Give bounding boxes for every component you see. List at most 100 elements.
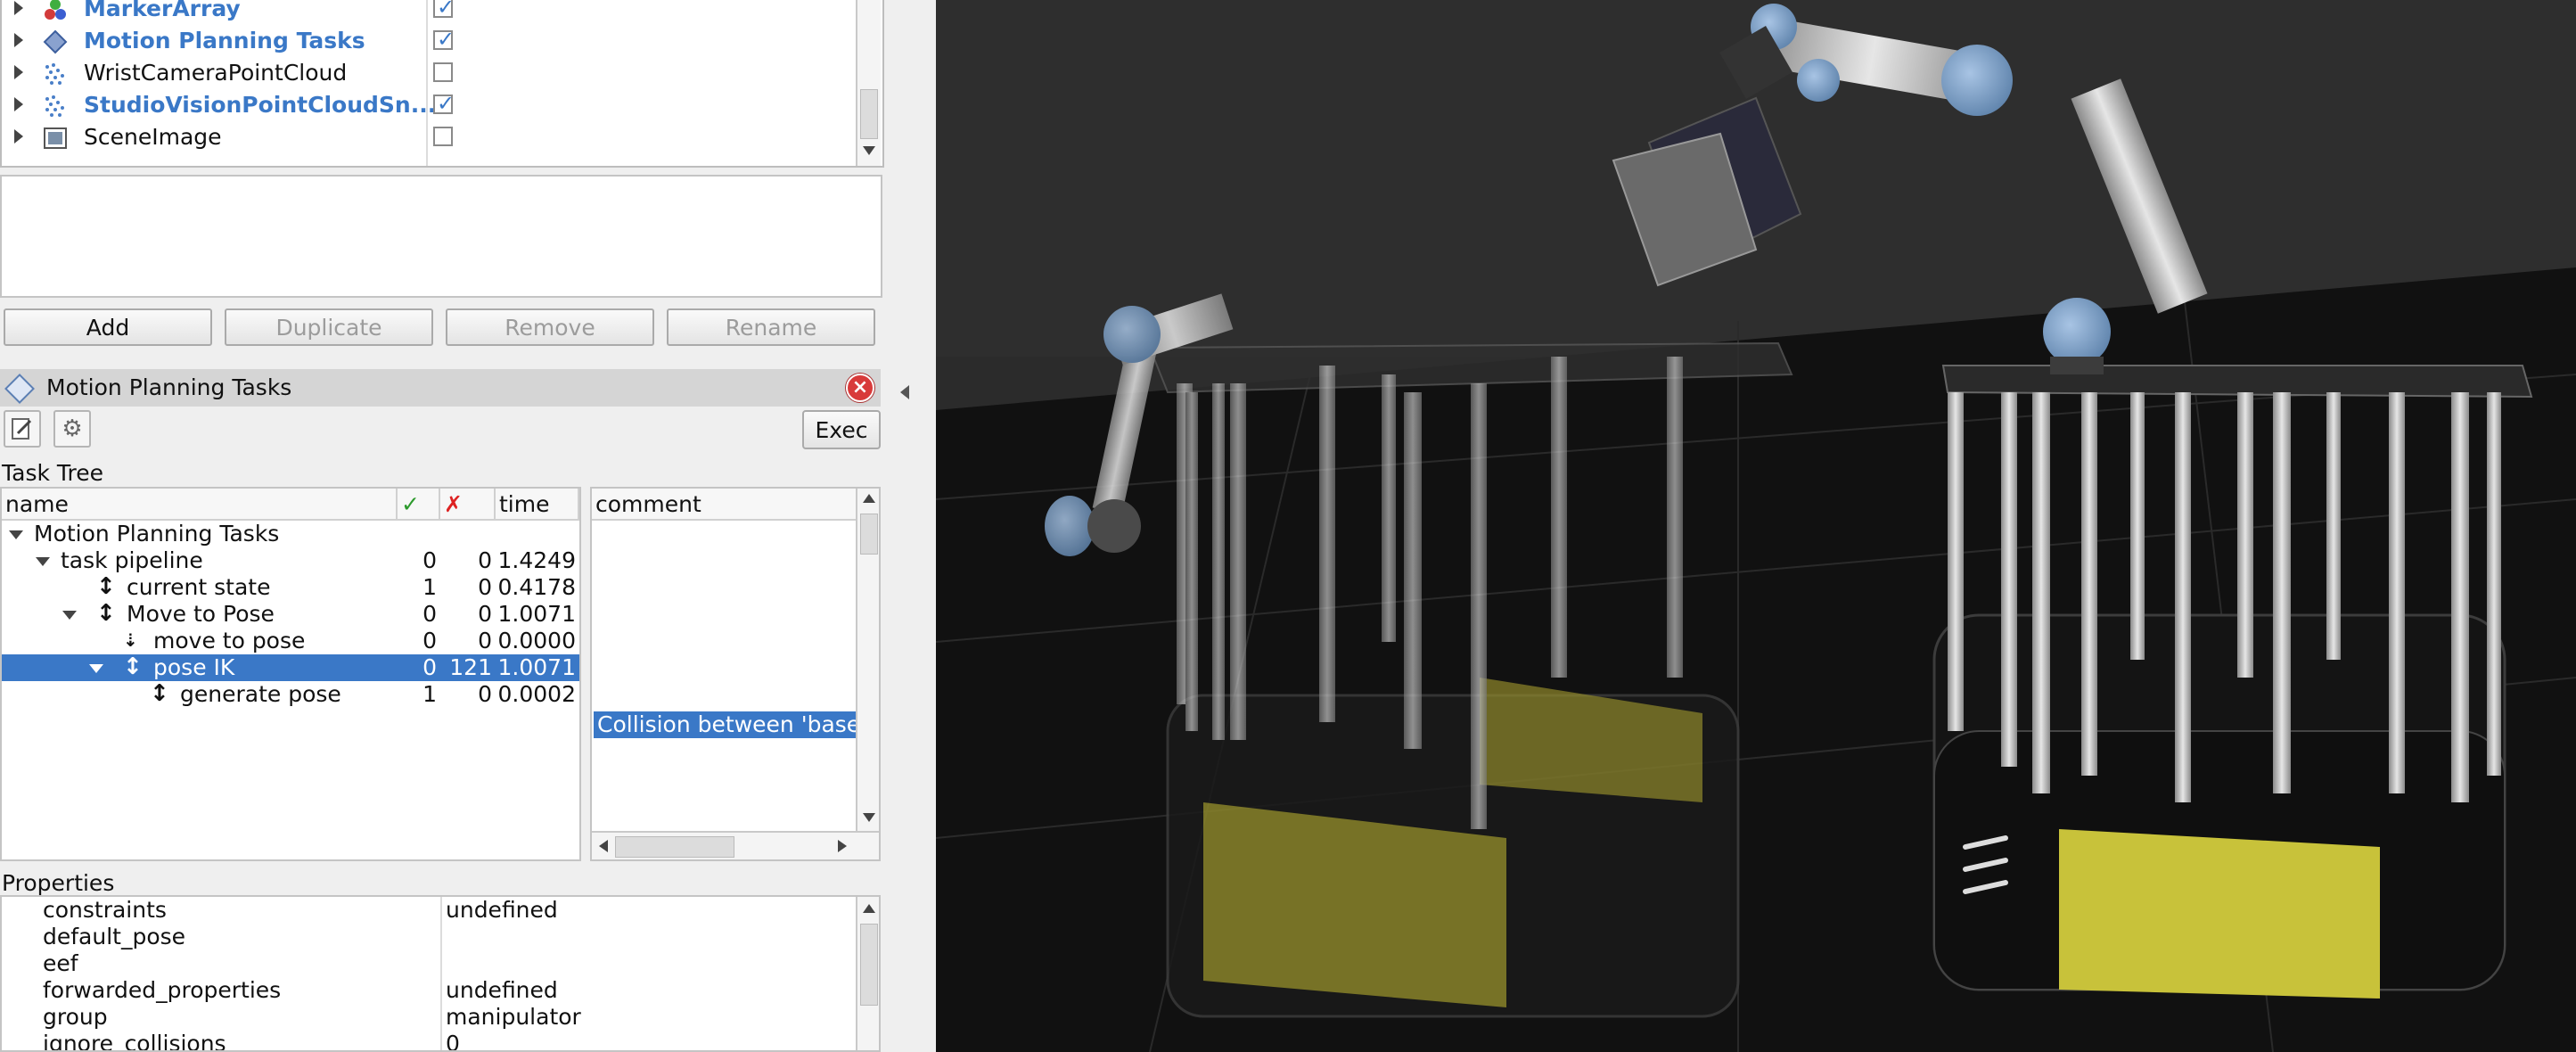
display-item-studio-vision-point-cloud[interactable]: StudioVisionPointCloudSn... ✓ [2,90,853,122]
3d-viewport[interactable] [936,0,2576,1052]
display-item-wrist-camera-point-cloud[interactable]: WristCameraPointCloud [2,58,853,90]
comment-vertical-scrollbar[interactable] [856,489,879,831]
scrollbar-thumb[interactable] [860,89,878,139]
success-count: 1 [422,681,437,707]
property-row[interactable]: eef [2,950,853,977]
left-panel: MarkerArray ✓ Motion Planning Tasks ✓ Wr… [0,0,891,1052]
tree-row-move-to-pose-child[interactable]: ⇣ move to pose 0 0 0.0000 [2,628,579,654]
tree-row-pose-ik[interactable]: ↕ pose IK 0 121 1.0071 [2,654,579,681]
display-item-label: Motion Planning Tasks [84,28,365,53]
success-count: 0 [422,601,437,627]
expand-arrow-icon[interactable] [14,1,23,15]
scrollbar-thumb[interactable] [615,836,734,858]
fail-count: 0 [478,681,492,707]
column-header-time[interactable]: time [496,489,579,521]
expand-arrow-icon[interactable] [14,129,23,144]
time-value: 1.0071 [497,601,576,627]
display-item-label: StudioVisionPointCloudSn... [84,92,437,118]
property-name: forwarded_properties [43,977,282,1003]
displays-list: MarkerArray ✓ Motion Planning Tasks ✓ Wr… [0,0,884,168]
property-row[interactable]: ignore_collisions 0 [2,1031,853,1050]
stage-connect-icon: ↕ [96,573,116,600]
task-name: task pipeline [61,547,203,573]
properties-table: constraints undefined default_pose eef f… [0,895,881,1052]
comment-selected-row[interactable]: Collision between 'base [594,711,856,738]
scroll-right-icon[interactable] [838,840,847,852]
edit-button[interactable] [4,410,41,448]
scroll-up-icon[interactable] [863,494,875,503]
display-item-label: WristCameraPointCloud [84,60,348,86]
task-name: generate pose [180,681,341,707]
image-icon [44,127,67,149]
property-value[interactable]: undefined [446,977,558,1004]
display-enable-checkbox[interactable] [433,127,453,146]
property-row[interactable]: forwarded_properties undefined [2,977,853,1004]
property-value[interactable]: 0 [446,1031,460,1050]
scrollbar-thumb[interactable] [860,514,878,555]
display-enable-checkbox[interactable] [433,62,453,82]
displays-scrollbar[interactable] [856,0,881,166]
chevron-down-icon[interactable] [62,611,77,620]
scroll-up-icon[interactable] [863,904,875,913]
time-value: 1.0071 [497,654,576,680]
tree-row-generate-pose[interactable]: ↕ generate pose 1 0 0.0002 [2,681,579,708]
display-enable-checkbox[interactable]: ✓ [433,27,455,52]
property-row[interactable]: constraints undefined [2,897,853,924]
chevron-down-icon[interactable] [89,664,103,673]
column-header-success[interactable]: ✓ [398,489,440,521]
expand-arrow-icon[interactable] [14,33,23,47]
comment-horizontal-scrollbar[interactable] [592,831,879,859]
fail-count: 0 [478,601,492,627]
comment-pane: comment Collision between 'base [590,487,881,861]
scroll-down-icon[interactable] [863,146,875,155]
expand-arrow-icon[interactable] [14,97,23,111]
tree-row-task-pipeline[interactable]: task pipeline 0 0 1.4249 [2,547,579,574]
add-button[interactable]: Add [4,308,212,346]
stage-connect-icon: ↕ [150,680,169,707]
rename-button[interactable]: Rename [667,308,875,346]
success-count: 1 [422,574,437,600]
display-description-area [0,175,882,298]
display-item-marker-array[interactable]: MarkerArray ✓ [2,0,853,26]
column-header-comment[interactable]: comment [592,489,856,521]
properties-scrollbar[interactable] [856,897,879,1050]
stage-connect-icon: ↕ [123,653,143,680]
success-count: 0 [422,628,437,653]
task-name: Motion Planning Tasks [34,521,280,547]
display-enable-checkbox[interactable]: ✓ [433,91,455,116]
chevron-down-icon[interactable] [9,530,23,539]
tree-row-motion-planning-tasks[interactable]: Motion Planning Tasks [2,521,579,547]
exec-button[interactable]: Exec [802,410,881,449]
display-item-motion-planning-tasks[interactable]: Motion Planning Tasks ✓ [2,26,853,58]
settings-button[interactable]: ⚙ [53,410,91,448]
fail-count: 121 [449,654,492,680]
tree-row-move-to-pose[interactable]: ↕ Move to Pose 0 0 1.0071 [2,601,579,628]
chevron-down-icon[interactable] [36,557,50,566]
property-value[interactable]: undefined [446,897,558,924]
stage-propagate-icon: ⇣ [123,629,138,651]
expand-arrow-icon[interactable] [14,65,23,79]
scrollbar-thumb[interactable] [860,924,878,1006]
scroll-left-icon[interactable] [599,840,608,852]
column-header-name[interactable]: name [2,489,398,521]
close-icon[interactable]: × [846,374,874,402]
scroll-down-icon[interactable] [863,813,875,822]
panel-splitter[interactable] [891,0,936,1052]
duplicate-button[interactable]: Duplicate [225,308,433,346]
remove-button[interactable]: Remove [446,308,654,346]
property-row[interactable]: default_pose [2,924,853,950]
display-item-scene-image[interactable]: SceneImage [2,122,853,154]
display-item-label: MarkerArray [84,0,241,21]
collapse-arrow-icon[interactable] [900,385,909,399]
panel-header: Motion Planning Tasks × [0,369,881,407]
time-value: 0.0000 [497,628,576,653]
task-tree-table: name ✓ ✗ time Motion Planning Tasks task… [0,487,581,861]
property-row[interactable]: group manipulator [2,1004,853,1031]
fail-count: 0 [478,547,492,573]
time-value: 1.4249 [497,547,576,573]
display-enable-checkbox[interactable]: ✓ [433,0,455,20]
tree-row-current-state[interactable]: ↕ current state 1 0 0.4178 [2,574,579,601]
marker-array-icon [45,0,66,20]
column-header-fail[interactable]: ✗ [440,489,496,521]
property-value[interactable]: manipulator [446,1004,581,1031]
